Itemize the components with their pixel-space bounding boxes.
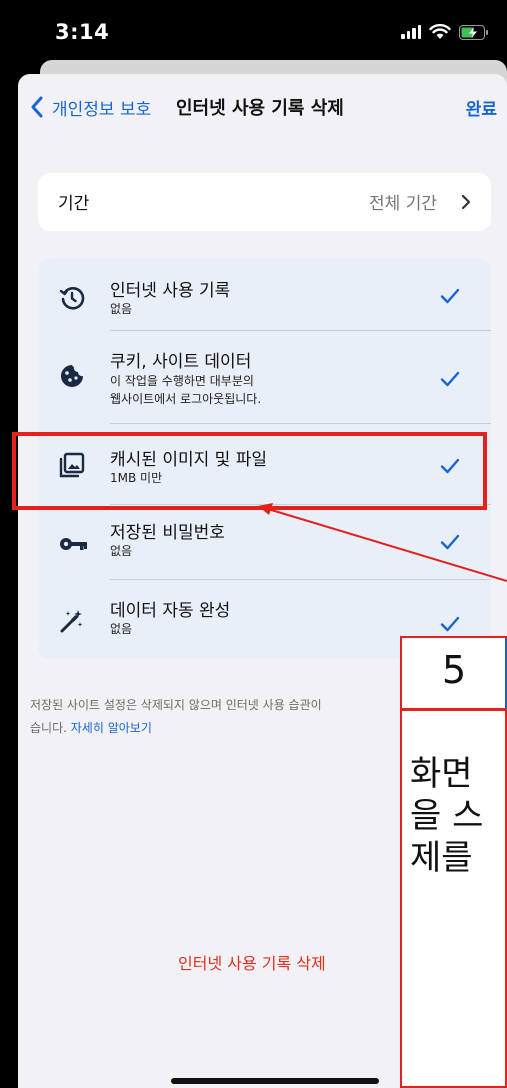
list-item-cookies[interactable]: 쿠키, 사이트 데이터 이 작업을 수행하면 대부분의 웹사이트에서 로그아웃됩… xyxy=(38,331,491,423)
cellular-signal-icon xyxy=(401,25,421,39)
cookie-icon xyxy=(61,365,83,387)
item-subtitle: 없음 xyxy=(110,622,133,636)
footer-text-2: 습니다. xyxy=(30,721,67,735)
period-label: 기간 xyxy=(58,194,90,214)
instruction-note: 화면 을 스 제를 xyxy=(400,709,507,1088)
key-icon xyxy=(60,538,87,550)
item-title: 인터넷 사용 기록 xyxy=(110,281,231,301)
magic-wand-icon xyxy=(60,610,83,633)
back-chevron-icon[interactable] xyxy=(30,96,44,118)
status-icons xyxy=(401,24,489,40)
item-title: 저장된 비밀번호 xyxy=(110,523,225,543)
period-value: 전체 기간 xyxy=(369,194,437,214)
period-row[interactable]: 기간 전체 기간 xyxy=(38,173,491,231)
item-subtitle: 없음 xyxy=(110,302,133,316)
item-title: 쿠키, 사이트 데이터 xyxy=(110,352,252,372)
checkmark-icon xyxy=(440,371,460,387)
page-title: 인터넷 사용 기록 삭제 xyxy=(176,98,344,119)
battery-charging-icon xyxy=(459,24,488,40)
item-title: 데이터 자동 완성 xyxy=(110,601,231,621)
step-number: 5 xyxy=(442,648,467,692)
status-time: 3:14 xyxy=(55,20,110,44)
home-indicator xyxy=(171,1078,379,1084)
footer-text: 저장된 사이트 설정은 삭제되지 않으며 인터넷 사용 습관이 xyxy=(30,698,322,712)
delete-history-button[interactable]: 인터넷 사용 기록 삭제 xyxy=(178,950,326,974)
status-bar: 3:14 xyxy=(0,0,507,62)
back-button[interactable]: 개인정보 보호 xyxy=(52,95,151,120)
done-button[interactable]: 완료 xyxy=(466,95,497,120)
navigation-bar: 개인정보 보호 인터넷 사용 기록 삭제 완료 xyxy=(18,74,507,142)
footer-note: 저장된 사이트 설정은 삭제되지 않으며 인터넷 사용 습관이 습니다. 자세히… xyxy=(30,694,420,740)
chevron-right-icon xyxy=(461,194,471,210)
checkmark-icon xyxy=(440,534,460,550)
checkmark-icon xyxy=(440,616,460,632)
learn-more-link[interactable]: 자세히 알아보기 xyxy=(71,721,152,735)
highlight-box xyxy=(12,432,487,510)
history-icon xyxy=(59,287,85,310)
checkmark-icon xyxy=(440,288,460,304)
item-subtitle: 없음 xyxy=(110,544,133,558)
item-subtitle: 이 작업을 수행하면 대부분의 웹사이트에서 로그아웃됩니다. xyxy=(110,374,262,406)
step-badge: 5 xyxy=(400,636,507,712)
instruction-text: 화면 을 스 제를 xyxy=(410,754,484,878)
list-item-passwords[interactable]: 저장된 비밀번호 없음 xyxy=(38,505,491,579)
wifi-icon xyxy=(429,24,451,39)
list-item-history[interactable]: 인터넷 사용 기록 없음 xyxy=(38,258,491,330)
